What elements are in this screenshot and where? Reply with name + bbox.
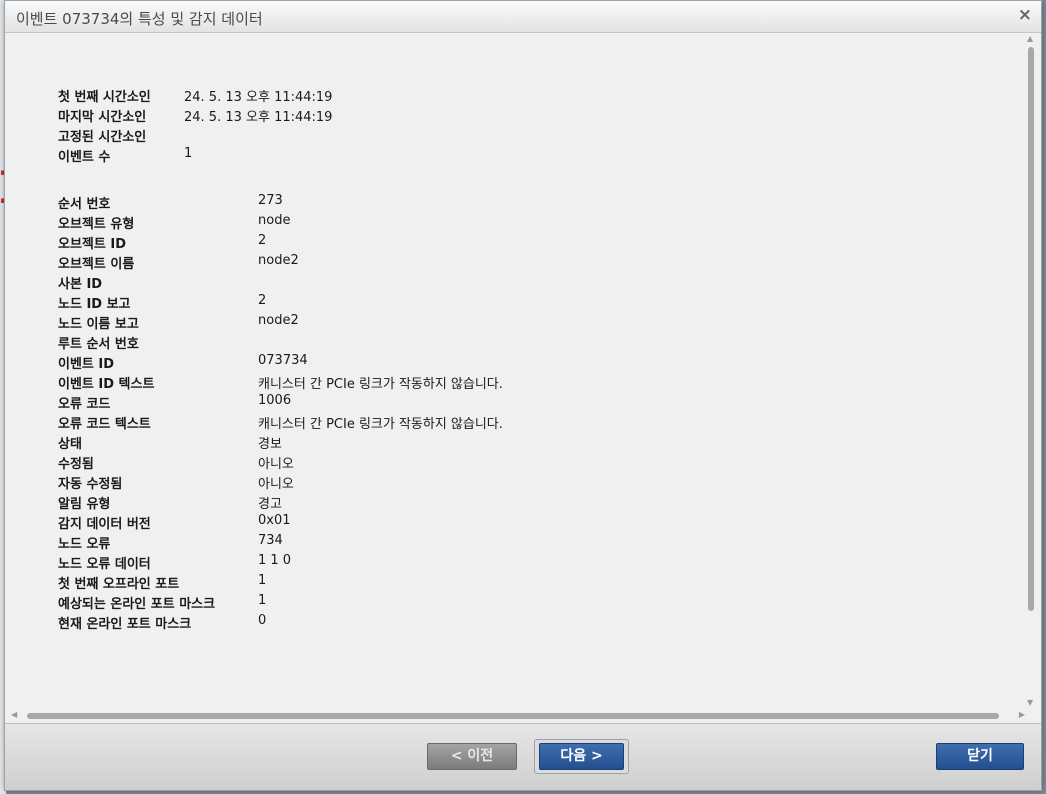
- property-value: 1 1 0: [258, 553, 292, 568]
- property-label: 오브젝트 유형: [58, 217, 135, 232]
- dialog-titlebar[interactable]: 이벤트 073734의 특성 및 감지 데이터 ×: [5, 1, 1041, 33]
- property-label: 수정됨: [58, 457, 94, 472]
- property-value: 734: [258, 533, 283, 548]
- property-label: 이벤트 ID: [58, 357, 115, 372]
- property-value: 1: [258, 573, 267, 588]
- vertical-scrollbar[interactable]: ▲ ▼: [1025, 33, 1037, 708]
- property-value: node2: [258, 313, 299, 328]
- property-label: 알림 유형: [58, 497, 111, 512]
- property-label: 노드 이름 보고: [58, 317, 139, 332]
- property-value: 경고: [258, 497, 282, 512]
- property-label: 노드 오류: [58, 537, 111, 552]
- property-label: 오브젝트 이름: [58, 257, 135, 272]
- vertical-scroll-thumb[interactable]: [1028, 47, 1034, 611]
- property-value: 2: [258, 233, 267, 248]
- scroll-up-icon[interactable]: ▲: [1027, 34, 1033, 43]
- previous-button[interactable]: < 이전: [427, 743, 517, 770]
- property-value: node: [258, 213, 291, 228]
- property-label: 오류 코드 텍스트: [58, 417, 151, 432]
- property-value: 073734: [258, 353, 308, 368]
- event-properties-dialog: 이벤트 073734의 특성 및 감지 데이터 × 첫 번째 시간소인 24. 5…: [4, 0, 1042, 791]
- horizontal-scroll-thumb[interactable]: [27, 713, 999, 719]
- property-label: 첫 번째 시간소인: [58, 90, 151, 105]
- dialog-title: 이벤트 073734의 특성 및 감지 데이터: [16, 10, 263, 28]
- property-value: 아니오: [258, 457, 294, 472]
- dialog-footer: < 이전 다음 > 닫기: [5, 723, 1041, 790]
- property-value: 1: [258, 593, 267, 608]
- property-label: 노드 오류 데이터: [58, 557, 151, 572]
- property-label: 이벤트 ID 텍스트: [58, 377, 155, 392]
- properties-content: 첫 번째 시간소인 24. 5. 13 오후 11:44:19 마지막 시간소인 24…: [5, 33, 1027, 708]
- property-label: 오류 코드: [58, 397, 111, 412]
- property-value: 경보: [258, 437, 282, 452]
- property-label: 첫 번째 오프라인 포트: [58, 577, 180, 592]
- property-value: 0x01: [258, 513, 291, 528]
- property-label: 이벤트 수: [58, 150, 111, 165]
- property-value: 0: [258, 613, 267, 628]
- scroll-right-icon[interactable]: ▶: [1019, 710, 1025, 719]
- property-value: 2: [258, 293, 267, 308]
- horizontal-scrollbar[interactable]: ◀ ▶: [9, 709, 1027, 723]
- property-value: node2: [258, 253, 299, 268]
- property-value: 273: [258, 193, 283, 208]
- property-label: 노드 ID 보고: [58, 297, 131, 312]
- property-label: 자동 수정됨: [58, 477, 123, 492]
- property-label: 루트 순서 번호: [58, 337, 139, 352]
- property-label: 감지 데이터 버전: [58, 517, 151, 532]
- property-value: 1: [184, 146, 193, 161]
- scroll-left-icon[interactable]: ◀: [11, 710, 17, 719]
- property-value: 1006: [258, 393, 292, 408]
- property-value: 캐니스터 간 PCIe 링크가 작동하지 않습니다.: [258, 417, 503, 432]
- property-value: 아니오: [258, 477, 294, 492]
- property-label: 오브젝트 ID: [58, 237, 126, 252]
- next-button-focus-ring: 다음 >: [534, 739, 629, 774]
- scroll-down-icon[interactable]: ▼: [1027, 698, 1033, 707]
- close-icon[interactable]: ×: [1018, 5, 1032, 25]
- property-label: 사본 ID: [58, 277, 103, 292]
- property-value: 24. 5. 13 오후 11:44:19: [184, 90, 333, 105]
- property-label: 예상되는 온라인 포트 마스크: [58, 597, 216, 612]
- property-value: 캐니스터 간 PCIe 링크가 작동하지 않습니다.: [258, 377, 503, 392]
- property-label: 마지막 시간소인: [58, 110, 147, 125]
- property-label: 상태: [58, 437, 82, 452]
- property-label: 현재 온라인 포트 마스크: [58, 617, 192, 632]
- property-label: 고정된 시간소인: [58, 130, 147, 145]
- close-button[interactable]: 닫기: [936, 743, 1024, 770]
- property-value: 24. 5. 13 오후 11:44:19: [184, 110, 333, 125]
- property-label: 순서 번호: [58, 197, 111, 212]
- next-button[interactable]: 다음 >: [539, 743, 624, 770]
